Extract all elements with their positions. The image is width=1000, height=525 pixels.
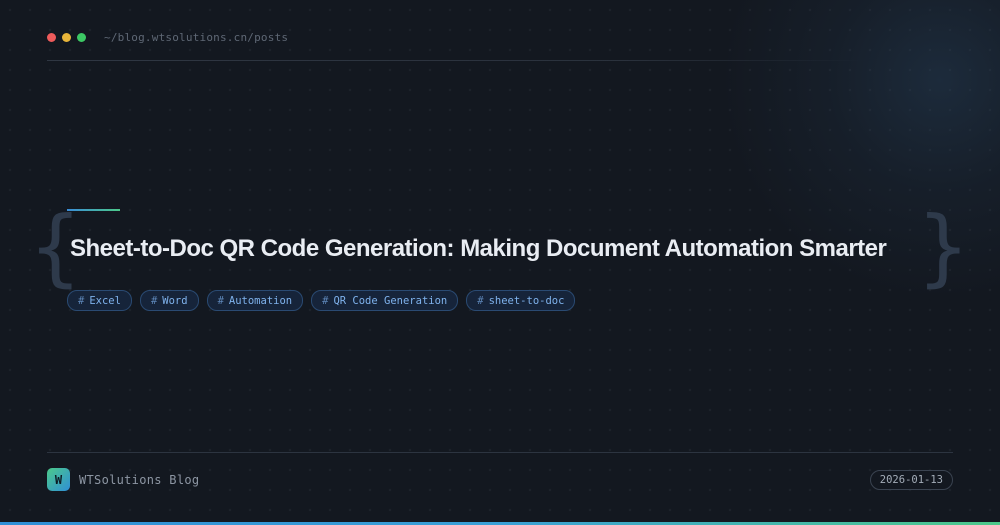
maximize-dot-icon xyxy=(77,32,86,42)
tag-word[interactable]: # Word xyxy=(139,290,199,311)
window-bar: ~/blog.wtsolutions.cn/posts xyxy=(47,30,288,44)
minimize-dot-icon xyxy=(62,32,71,42)
hash-icon: # xyxy=(150,294,158,307)
tag-label: Excel xyxy=(89,294,121,307)
tag-sheet-to-doc[interactable]: # sheet-to-doc xyxy=(466,290,576,311)
hash-icon: # xyxy=(217,294,224,307)
post-date-badge: 2026-01-13 xyxy=(869,470,953,490)
w-logo-icon: W xyxy=(47,468,70,491)
tag-qr-code-generation[interactable]: # QR Code Generation xyxy=(311,290,459,311)
top-divider xyxy=(47,60,867,61)
tag-list: # Excel # Word # Automation # QR Code Genera… xyxy=(67,290,583,311)
hash-icon: # xyxy=(477,294,484,307)
tag-label: QR Code Generation xyxy=(333,294,448,307)
post-title: Sheet-to-Doc QR Code Generation: Making … xyxy=(70,235,887,262)
bottom-divider xyxy=(47,452,953,453)
tag-excel[interactable]: # Excel xyxy=(67,290,132,311)
close-dot-icon xyxy=(47,32,56,42)
brand: W WTSolutions Blog xyxy=(47,468,199,491)
tag-label: Word xyxy=(162,294,188,307)
title-accent-line xyxy=(67,209,120,211)
path-label: ~/blog.wtsolutions.cn/posts xyxy=(104,30,289,44)
tag-label: Automation xyxy=(228,294,293,307)
tag-label: sheet-to-doc xyxy=(488,294,565,307)
hash-icon: # xyxy=(322,294,329,307)
og-image-card: ~/blog.wtsolutions.cn/posts { } Sheet-to… xyxy=(0,0,1000,525)
hash-icon: # xyxy=(78,294,85,307)
brand-name: WTSolutions Blog xyxy=(79,472,200,487)
tag-automation[interactable]: # Automation xyxy=(206,290,304,311)
